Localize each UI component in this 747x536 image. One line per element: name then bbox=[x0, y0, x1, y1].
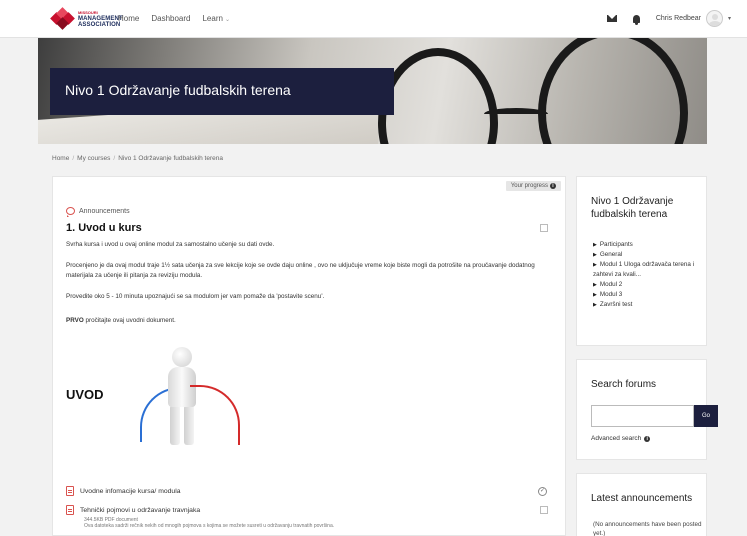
course-content: Your progress i Announcements 1. Uvod u … bbox=[52, 176, 566, 536]
nav-learn[interactable]: Learn ⌄ bbox=[202, 14, 230, 23]
no-announcements-note: (No announcements have been posted yet.) bbox=[593, 521, 702, 536]
uvod-illustration: UVOD bbox=[66, 347, 306, 467]
top-navbar: MISSOURI MANAGEMENT ASSOCIATION Home Das… bbox=[0, 0, 747, 38]
first-paragraph: PRVO pročitajte ovaj uvodni dokument. bbox=[66, 317, 176, 324]
pdf-icon bbox=[66, 505, 74, 515]
advanced-search-link[interactable]: Advanced search i bbox=[591, 435, 651, 442]
tree-item-modul-1[interactable]: Modul 1 Uloga održavača terena i zahtevi… bbox=[593, 260, 705, 280]
logo-mark-icon bbox=[50, 7, 75, 30]
duration-paragraph: Procenjeno je da ovaj modul traje 1½ sat… bbox=[66, 262, 535, 279]
nav-links: Home Dashboard Learn ⌄ bbox=[118, 14, 230, 23]
go-button[interactable]: Go bbox=[694, 405, 718, 427]
breadcrumb: Home / My courses / Nivo 1 Održavanje fu… bbox=[52, 155, 223, 162]
search-input[interactable] bbox=[591, 405, 694, 427]
file-meta: 344.5KB PDF document Ova datoteka sadrži… bbox=[84, 517, 335, 529]
user-name: Chris Redbear bbox=[655, 15, 701, 22]
cable-figure-image bbox=[140, 347, 240, 462]
pdf-icon bbox=[66, 486, 74, 496]
latest-announcements-block: Latest announcements (No announcements h… bbox=[576, 473, 707, 536]
tree-item-final-test[interactable]: Završni test bbox=[593, 300, 705, 310]
logo-line2: ASSOCIATION bbox=[78, 22, 121, 28]
forum-chat-icon bbox=[66, 207, 75, 217]
nav-home[interactable]: Home bbox=[118, 14, 139, 23]
search-forums-block: Search forums Go Advanced search i bbox=[576, 359, 718, 460]
announcements-link[interactable]: Announcements bbox=[66, 207, 130, 217]
chevron-down-icon: ⌄ bbox=[224, 17, 230, 23]
time-paragraph: Provedite oko 5 - 10 minuta upoznajući s… bbox=[66, 293, 325, 300]
intro-paragraph: Svrha kursa i uvod u ovaj online modul z… bbox=[66, 241, 275, 248]
file-link-terms[interactable]: Tehnički pojmovi u održavanje travnjaka bbox=[66, 505, 200, 515]
block-title: Search forums bbox=[591, 379, 657, 390]
nav-dashboard[interactable]: Dashboard bbox=[151, 14, 190, 23]
block-title: Latest announcements bbox=[591, 493, 693, 504]
notifications-bell-icon[interactable] bbox=[632, 14, 640, 25]
messages-icon[interactable] bbox=[606, 15, 617, 22]
breadcrumb-home[interactable]: Home bbox=[52, 155, 69, 162]
uvod-label: UVOD bbox=[66, 387, 104, 402]
caret-down-icon: ▾ bbox=[727, 16, 731, 22]
info-icon: i bbox=[550, 183, 556, 189]
progress-button[interactable]: Your progress i bbox=[505, 181, 561, 191]
breadcrumb-my-courses[interactable]: My courses bbox=[77, 155, 110, 162]
info-icon: i bbox=[644, 435, 651, 442]
site-logo[interactable]: MISSOURI MANAGEMENT ASSOCIATION bbox=[50, 7, 123, 30]
completion-checkbox[interactable] bbox=[540, 506, 548, 514]
course-tree: Participants General Modul 1 Uloga održa… bbox=[593, 240, 705, 310]
tree-item-modul-2[interactable]: Modul 2 bbox=[593, 280, 705, 290]
tree-item-modul-3[interactable]: Modul 3 bbox=[593, 290, 705, 300]
course-navigation-block: Nivo 1 Održavanje fudbalskih terena Part… bbox=[576, 176, 707, 346]
completed-check-icon[interactable]: ✓ bbox=[538, 487, 547, 496]
completion-checkbox[interactable] bbox=[540, 224, 548, 232]
section-title: 1. Uvod u kurs bbox=[66, 222, 142, 234]
avatar bbox=[705, 10, 723, 27]
block-title: Nivo 1 Održavanje fudbalskih terena bbox=[591, 196, 674, 220]
course-title: Nivo 1 Održavanje fudbalskih terena bbox=[50, 68, 394, 115]
user-menu[interactable]: Chris Redbear ▾ bbox=[656, 10, 731, 27]
tree-item-general[interactable]: General bbox=[593, 250, 705, 260]
breadcrumb-course[interactable]: Nivo 1 Održavanje fudbalskih terena bbox=[118, 155, 223, 162]
file-link-intro[interactable]: Uvodne infomacije kursa/ modula bbox=[66, 486, 181, 496]
course-header-image: Nivo 1 Održavanje fudbalskih terena bbox=[38, 38, 707, 144]
tree-item-participants[interactable]: Participants bbox=[593, 240, 705, 250]
